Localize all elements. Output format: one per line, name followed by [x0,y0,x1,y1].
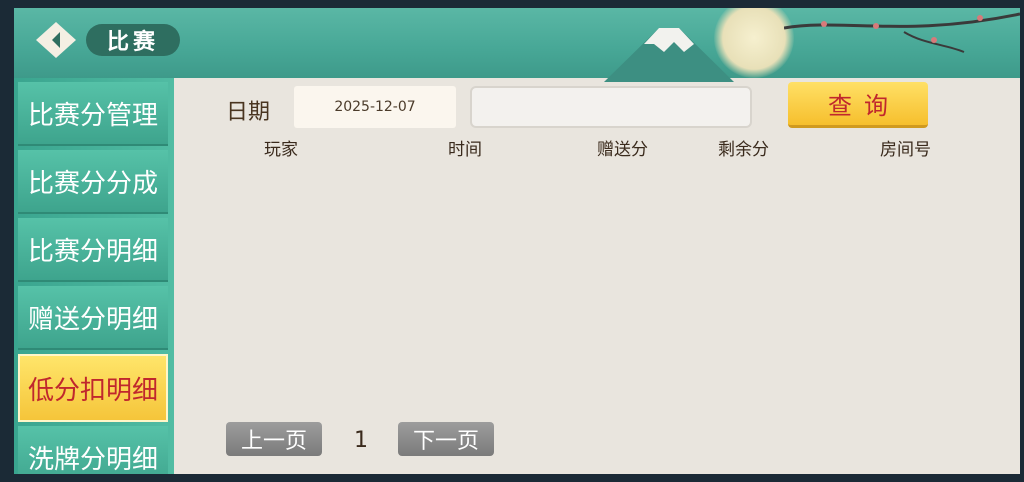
branch-decoration [784,12,1020,53]
sidebar: 比赛分管理 比赛分分成 比赛分明细 赠送分明细 低分扣明细 洗牌分明细 [14,78,174,474]
query-button[interactable]: 查询 [788,82,928,128]
column-header-time: 时间 [448,140,482,160]
sidebar-item-shuffle-score-detail[interactable]: 洗牌分明细 [18,426,168,474]
column-header-gift-score: 赠送分 [597,140,648,160]
page-title: 比赛 [86,24,180,56]
date-picker[interactable]: 2025-12-07 [294,86,456,128]
search-input[interactable] [470,86,752,128]
mountain-decoration [604,28,734,82]
column-header-remaining-score: 剩余分 [718,140,769,160]
sidebar-item-low-score-deduct-detail[interactable]: 低分扣明细 [18,354,168,422]
date-label: 日期 [226,100,271,125]
back-arrow-icon[interactable] [34,20,78,60]
match-panel: 比赛 比赛分管理 比赛分分成 比赛分明细 赠送分明细 低分扣明细 洗牌分明细 日… [14,8,1020,474]
page-number: 1 [354,428,368,453]
sidebar-item-match-score-share[interactable]: 比赛分分成 [18,150,168,214]
next-page-button[interactable]: 下一页 [398,422,494,456]
header-bar: 比赛 [14,8,1020,82]
column-header-player: 玩家 [264,140,298,160]
sidebar-item-match-score-manage[interactable]: 比赛分管理 [18,82,168,146]
sidebar-item-gift-score-detail[interactable]: 赠送分明细 [18,286,168,350]
prev-page-button[interactable]: 上一页 [226,422,322,456]
sidebar-item-match-score-detail[interactable]: 比赛分明细 [18,218,168,282]
column-header-room-number: 房间号 [880,140,931,160]
